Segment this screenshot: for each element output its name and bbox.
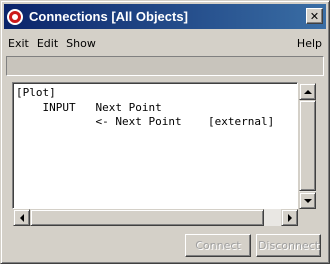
vertical-scrollbar[interactable] xyxy=(299,83,316,209)
text-line: INPUT Next Point xyxy=(16,100,162,114)
horizontal-scrollbar[interactable] xyxy=(13,209,298,226)
connections-text: [Plot] INPUT Next Point <- Next Point [e… xyxy=(13,83,297,130)
horizontal-scroll-thumb[interactable] xyxy=(30,209,264,226)
app-icon xyxy=(7,8,23,25)
scroll-right-button[interactable] xyxy=(281,209,298,226)
scroll-up-button[interactable] xyxy=(299,83,316,100)
menu-help[interactable]: Help xyxy=(293,37,326,50)
menu-bar: Exit Edit Show Help xyxy=(4,34,326,53)
arrow-up-icon xyxy=(303,89,312,94)
menu-edit[interactable]: Edit xyxy=(33,37,62,50)
arrow-down-icon xyxy=(303,198,312,203)
scrollbar-corner xyxy=(299,209,316,226)
title-bar[interactable]: Connections [All Objects] ✕ xyxy=(4,4,326,29)
connections-text-area[interactable]: [Plot] INPUT Next Point <- Next Point [e… xyxy=(12,82,298,209)
arrow-right-icon xyxy=(287,213,292,222)
window-title: Connections [All Objects] xyxy=(29,9,188,24)
close-button[interactable]: ✕ xyxy=(306,8,323,24)
text-line: [Plot] xyxy=(16,86,56,99)
disconnect-button[interactable]: Disconnect xyxy=(256,234,321,257)
menu-exit[interactable]: Exit xyxy=(4,37,33,50)
close-icon: ✕ xyxy=(309,9,320,23)
scroll-left-button[interactable] xyxy=(13,209,30,226)
arrow-left-icon xyxy=(19,213,24,222)
toolbar-strip xyxy=(6,56,324,76)
text-line: <- Next Point [external] xyxy=(16,115,275,128)
menu-show[interactable]: Show xyxy=(62,37,100,50)
scroll-down-button[interactable] xyxy=(299,192,316,209)
connect-button[interactable]: Connect xyxy=(185,234,251,257)
vertical-scroll-thumb[interactable] xyxy=(299,100,316,191)
connections-window: Connections [All Objects] ✕ Exit Edit Sh… xyxy=(0,0,330,264)
